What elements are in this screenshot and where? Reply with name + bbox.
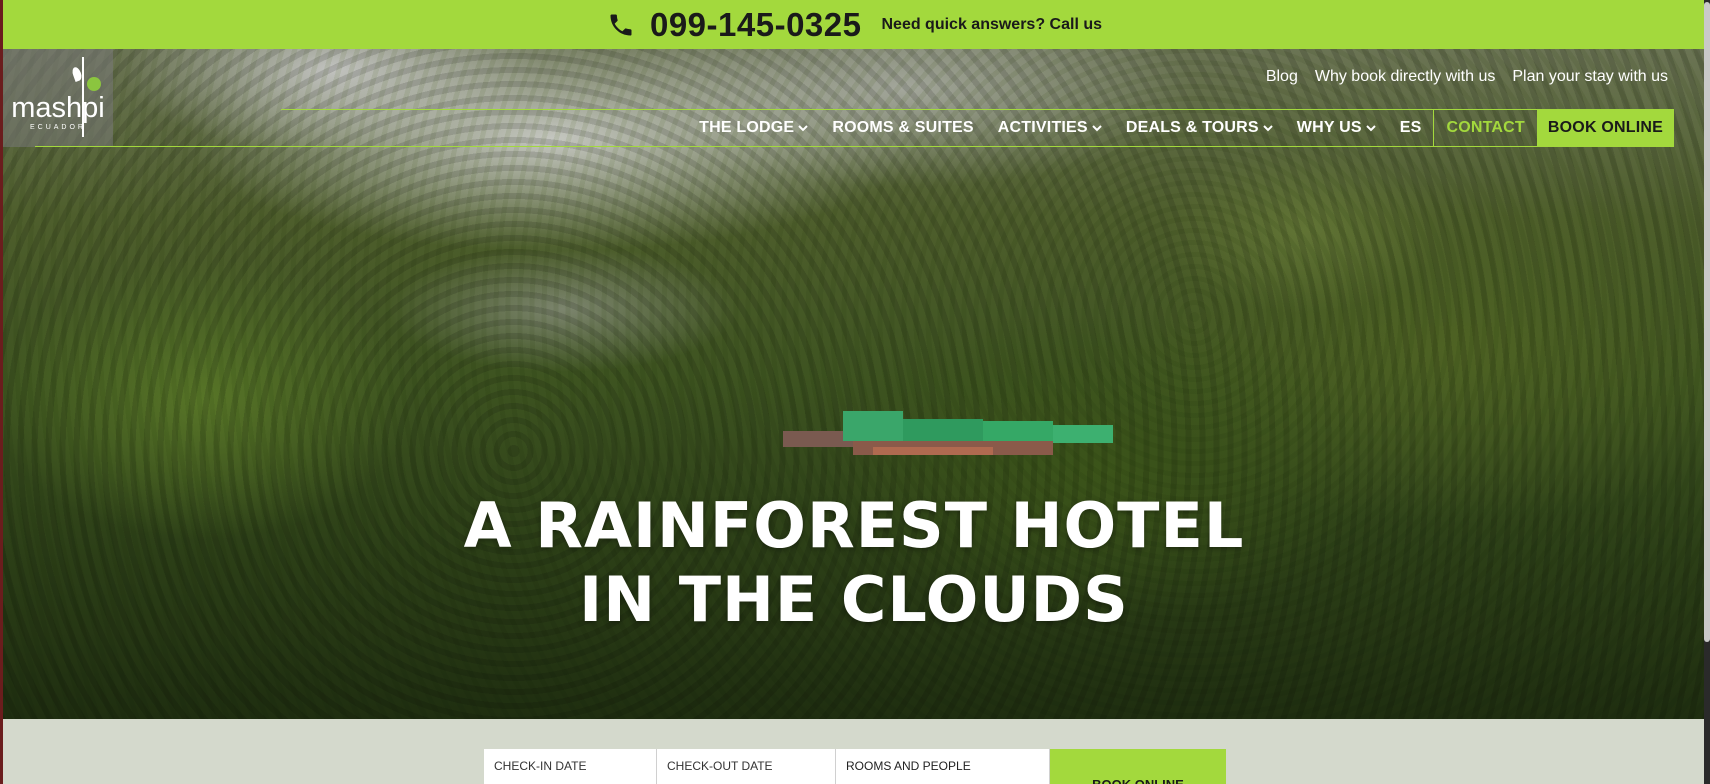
nav-contact-button[interactable]: CONTACT (1433, 110, 1536, 146)
window-edge (0, 0, 3, 784)
check-out-date-field[interactable]: CHECK-OUT DATE (657, 749, 836, 784)
hero-title-line-1: A RAINFOREST HOTEL (463, 489, 1245, 562)
secondary-nav-plan-your-stay[interactable]: Plan your stay with us (1512, 68, 1668, 86)
nav-item-language-es[interactable]: ES (1388, 110, 1434, 146)
nav-item-label: DEALS & TOURS (1125, 119, 1259, 136)
hero-section: A RAINFOREST HOTEL IN THE CLOUDS (3, 49, 1705, 719)
main-nav: THE LODGE ROOMS & SUITES ACTIVITIES DEAL… (687, 110, 1674, 146)
rooms-and-people-field[interactable]: ROOMS AND PEOPLE (836, 749, 1050, 784)
phone-number-link[interactable]: 099-145-0325 (650, 6, 862, 44)
nav-item-label: WHY US (1296, 119, 1362, 136)
lodge-building-image (783, 411, 1113, 455)
nav-divider-bottom (35, 146, 1674, 147)
nav-item-label: ES (1399, 119, 1422, 136)
chevron-down-icon (1366, 125, 1376, 132)
scrollbar-thumb[interactable] (1704, 2, 1710, 642)
booking-submit-button[interactable]: BOOK ONLINE (1050, 749, 1226, 784)
nav-item-why-us[interactable]: WHY US (1285, 110, 1388, 146)
leaf-icon (87, 77, 101, 91)
chevron-down-icon (798, 125, 809, 132)
secondary-nav-blog[interactable]: Blog (1266, 68, 1298, 86)
nav-item-label: ACTIVITIES (997, 119, 1088, 136)
check-in-date-field[interactable]: CHECK-IN DATE (484, 749, 657, 784)
logo-stem-mark (82, 57, 84, 137)
chevron-down-icon (1092, 125, 1102, 132)
phone-icon[interactable] (606, 10, 636, 40)
nav-item-activities[interactable]: ACTIVITIES (986, 110, 1114, 146)
logo-wordmark: mashpi (11, 91, 105, 124)
booking-section: CHECK-IN DATE CHECK-OUT DATE ROOMS AND P… (3, 719, 1705, 784)
call-us-text: Need quick answers? Call us (881, 15, 1103, 33)
hero-title-line-2: IN THE CLOUDS (579, 563, 1129, 636)
secondary-nav-why-book-directly[interactable]: Why book directly with us (1315, 68, 1496, 86)
nav-item-label: THE LODGE (699, 119, 795, 136)
nav-book-online-button[interactable]: BOOK ONLINE (1536, 110, 1674, 146)
nav-item-rooms-suites[interactable]: ROOMS & SUITES (820, 110, 985, 146)
mashpi-logo[interactable]: mashpi ECUADOR (3, 49, 113, 147)
booking-form: CHECK-IN DATE CHECK-OUT DATE ROOMS AND P… (484, 749, 1226, 784)
nav-item-label: ROOMS & SUITES (832, 119, 974, 136)
secondary-nav: Blog Why book directly with us Plan your… (1266, 68, 1668, 86)
chevron-down-icon (1263, 125, 1273, 132)
logo-subtitle: ECUADOR (29, 123, 86, 131)
nav-item-the-lodge[interactable]: THE LODGE (687, 110, 820, 146)
top-contact-bar: 099-145-0325 Need quick answers? Call us (3, 0, 1705, 49)
nav-item-deals-tours[interactable]: DEALS & TOURS (1114, 110, 1285, 146)
hero-title: A RAINFOREST HOTEL IN THE CLOUDS (3, 489, 1705, 637)
